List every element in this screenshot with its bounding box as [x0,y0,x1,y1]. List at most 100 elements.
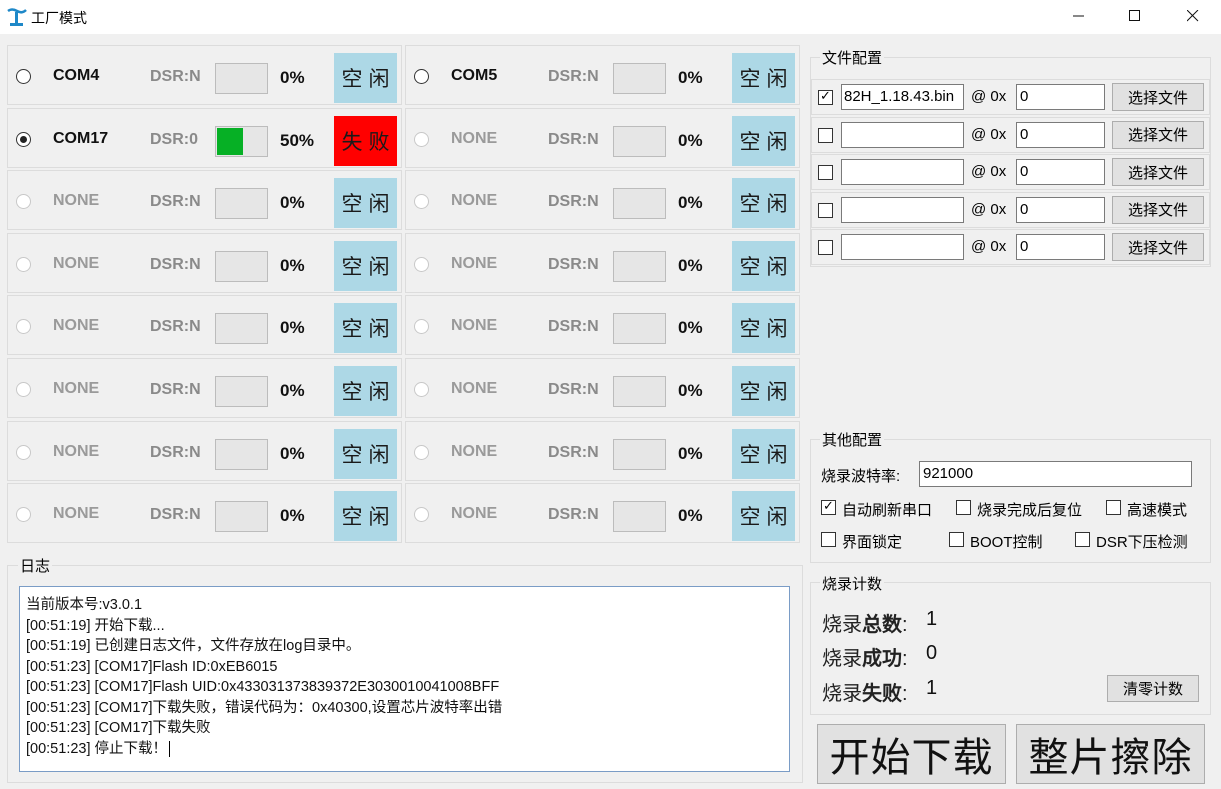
port-status-button[interactable]: 空闲 [732,240,795,291]
checkbox-box[interactable]: ✓ [956,500,971,515]
address-input[interactable]: 0 [1016,234,1105,260]
port-status-button[interactable]: 空闲 [334,178,397,229]
log-line: [00:51:19] 已创建日志文件，文件存放在log目录中。 [26,638,361,654]
option-label: 自动刷新串口 [842,502,933,519]
option-label: 高速模式 [1127,502,1188,519]
minimize-button[interactable] [1054,0,1104,32]
port-radio[interactable] [414,319,429,335]
file-path-input[interactable] [841,234,964,260]
port-status-button[interactable]: 空闲 [334,491,397,542]
progress-bar [215,125,268,157]
port-radio[interactable] [16,507,31,523]
choose-file-button[interactable]: 选择文件 [1112,120,1204,149]
address-input[interactable]: 0 [1016,84,1105,110]
checkbox-box[interactable]: ✓ [821,532,836,547]
log-textarea[interactable]: 当前版本号:v3.0.1 [00:51:19] 开始下载... [00:51:1… [19,586,790,772]
maximize-button[interactable] [1110,0,1160,32]
choose-file-button[interactable]: 选择文件 [1112,83,1204,111]
port-status-button[interactable]: 空闲 [334,303,397,354]
file-path-input[interactable] [841,159,964,185]
port-name: NONE [53,192,100,210]
file-path-input[interactable] [841,196,964,223]
port-radio[interactable] [16,319,31,335]
port-radio[interactable] [16,131,31,147]
close-button[interactable] [1168,0,1218,32]
log-line: 当前版本号:v3.0.1 [26,597,143,613]
address-input[interactable]: 0 [1016,121,1105,148]
baud-rate-input[interactable]: 921000 [919,461,1192,487]
port-radio[interactable] [16,382,31,397]
fail-count-label: 烧录失败: [822,683,908,705]
port-radio[interactable] [414,256,429,272]
port-cell: NONE DSR:N 0% 空闲 [7,483,402,544]
port-radio[interactable] [16,256,31,272]
file-path-input[interactable] [841,121,964,148]
progress-bar [215,63,268,94]
file-row: ✓ @ 0x 0 选择文件 [811,229,1210,265]
port-status-button[interactable]: 空闲 [334,428,397,479]
progress-bar [613,376,666,407]
checkbox-box[interactable]: ✓ [1075,532,1090,547]
progress-percent: 0% [280,68,305,87]
full-erase-button[interactable]: 整片擦除 [1016,724,1205,784]
choose-file-button[interactable]: 选择文件 [1112,158,1204,186]
port-cell: NONE DSR:N 0% 空闲 [405,170,800,231]
choose-file-button[interactable]: 选择文件 [1112,195,1204,224]
option-label: DSR下压检测 [1096,534,1188,551]
port-status-button[interactable]: 空闲 [732,303,795,354]
port-radio[interactable] [16,194,31,210]
port-status-button[interactable]: 空闲 [732,115,795,166]
address-input[interactable]: 0 [1016,196,1105,223]
progress-fill [217,127,243,155]
total-count-label: 烧录总数: [822,614,908,636]
file-enable-checkbox[interactable]: ✓ [818,202,833,218]
progress-percent: 0% [678,381,703,400]
port-cell: NONE DSR:N 0% 空闲 [405,295,800,356]
log-line: [00:51:23] 停止下载！ [26,740,168,757]
option-label: 烧录完成后复位 [977,502,1083,519]
port-status-button[interactable]: 空闲 [732,178,795,229]
port-radio[interactable] [16,69,31,84]
choose-file-button[interactable]: 选择文件 [1112,233,1204,261]
port-radio[interactable] [414,131,429,147]
checkbox-box[interactable]: ✓ [949,532,964,547]
port-status-button[interactable]: 失败 [334,115,397,166]
text-caret [169,740,171,757]
port-status-button[interactable]: 空闲 [732,366,795,416]
progress-percent: 0% [280,193,305,213]
port-radio[interactable] [16,444,31,460]
file-enable-checkbox[interactable]: ✓ [818,240,833,255]
progress-percent: 0% [280,255,305,275]
log-line: [00:51:19] 开始下载... [26,617,165,634]
address-prefix-label: @ 0x [971,200,1007,218]
file-enable-checkbox[interactable]: ✓ [818,88,833,105]
dsr-status: DSR:N [548,443,599,461]
checkbox-box[interactable]: ✓ [1106,500,1121,515]
port-radio[interactable] [414,382,429,397]
start-download-button[interactable]: 开始下载 [817,724,1006,784]
port-radio[interactable] [414,69,429,84]
file-path-input[interactable]: 82H_1.18.43.bin [841,84,964,110]
address-input[interactable]: 0 [1016,159,1105,185]
clear-count-button[interactable]: 清零计数 [1107,675,1199,702]
port-radio[interactable] [414,507,429,523]
dsr-status: DSR:N [548,255,599,273]
port-name: NONE [451,505,498,523]
checkbox-box[interactable]: ✓ [821,498,836,515]
dsr-status: DSR:N [150,68,201,85]
port-radio[interactable] [414,194,429,210]
other-config-title: 其他配置 [820,429,885,450]
port-status-button[interactable]: 空闲 [732,491,795,542]
file-enable-checkbox[interactable]: ✓ [818,127,833,143]
port-status-button[interactable]: 空闲 [732,428,795,479]
port-status-button[interactable]: 空闲 [334,366,397,416]
address-prefix-label: @ 0x [971,125,1007,143]
port-status-button[interactable]: 空闲 [334,240,397,291]
port-status-button[interactable]: 空闲 [732,53,795,103]
port-cell: NONE DSR:N 0% 空闲 [7,358,402,418]
port-status-button[interactable]: 空闲 [334,53,397,103]
file-enable-checkbox[interactable]: ✓ [818,165,833,180]
port-radio[interactable] [414,444,429,460]
port-name: NONE [451,129,498,147]
port-name: COM4 [53,67,100,84]
